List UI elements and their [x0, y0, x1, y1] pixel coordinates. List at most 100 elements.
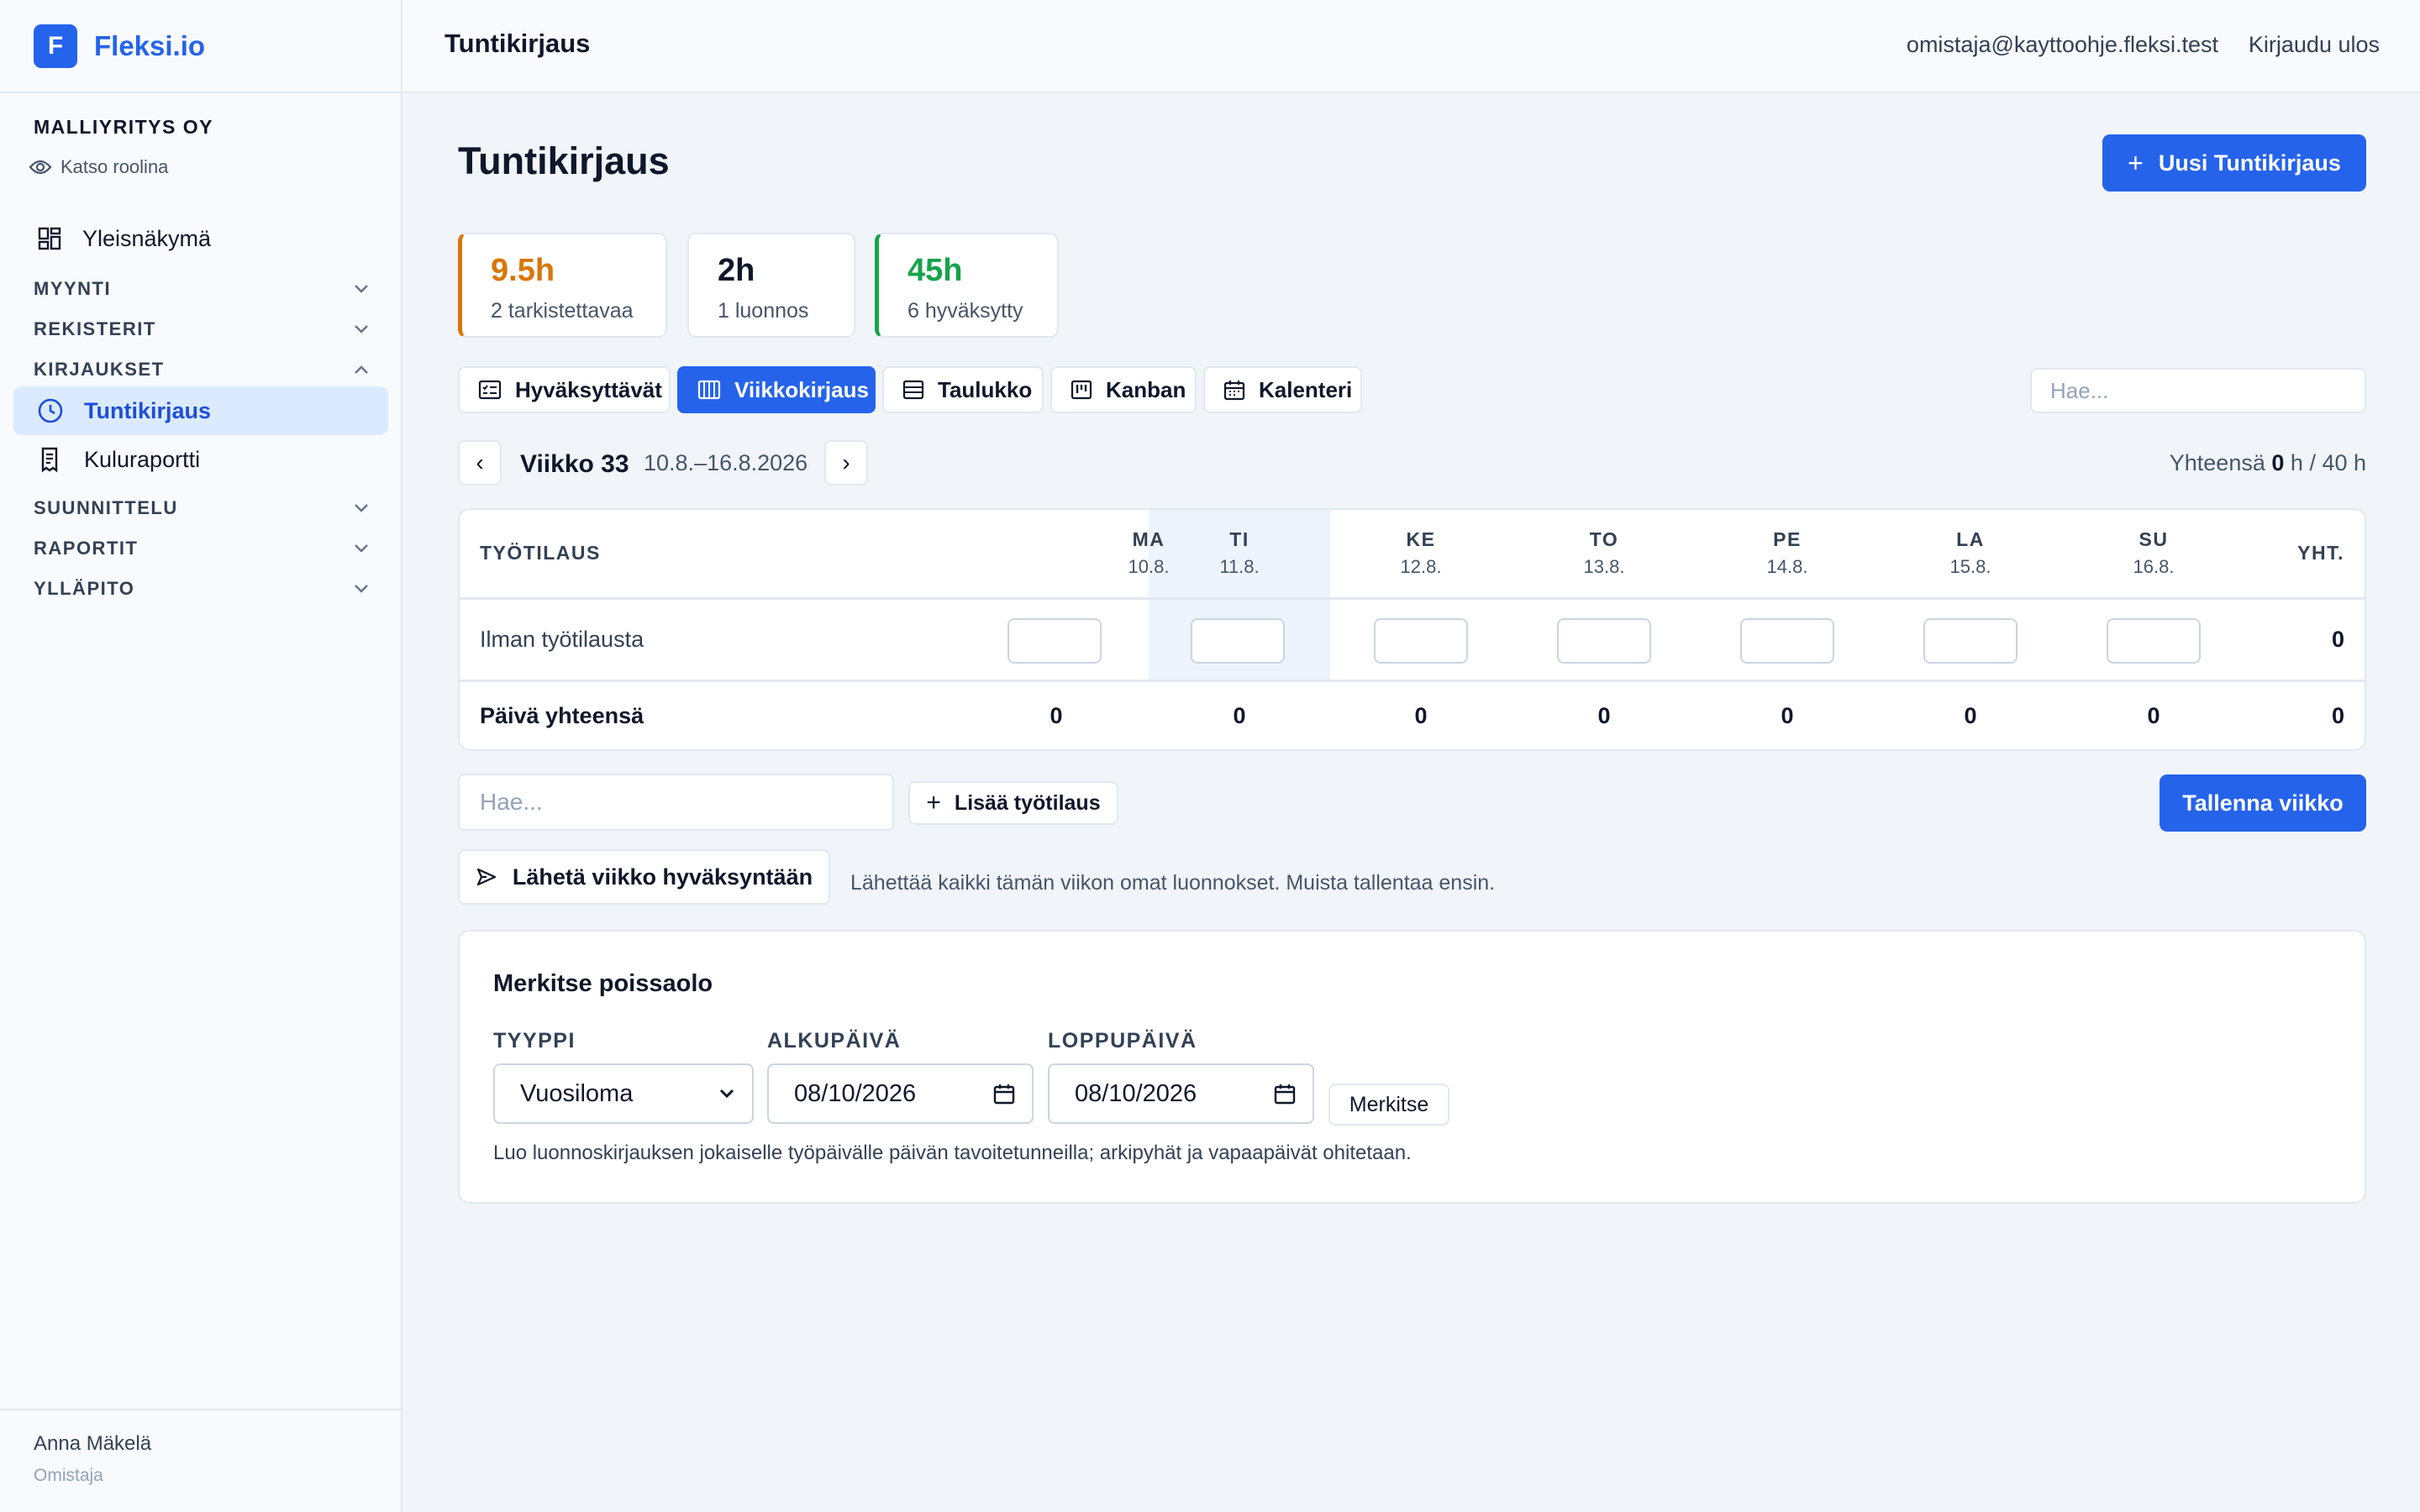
tab-label: Taulukko — [938, 376, 1033, 402]
next-week-button[interactable]: › — [824, 440, 868, 486]
sidebar-section-sales[interactable]: MYYNTI — [34, 272, 370, 306]
search-input[interactable] — [2030, 368, 2366, 413]
plus-icon: + — [2128, 147, 2144, 178]
hour-input-wed[interactable] — [1374, 618, 1468, 664]
end-date-field[interactable]: 08/10/2026 — [1048, 1063, 1314, 1124]
tab-kanban[interactable]: Kanban — [1050, 366, 1197, 413]
tab-table[interactable]: Taulukko — [882, 366, 1044, 413]
week-columns-icon — [697, 380, 721, 400]
page-title: Tuntikirjaus — [458, 139, 670, 182]
section-label: KIRJAUKSET — [34, 359, 165, 380]
grid-header: TYÖTILAUS MA 10.8. TI 11.8. KE 12.8. TO … — [460, 510, 2365, 600]
stat-draft[interactable]: 2h 1 luonnos — [687, 233, 855, 338]
start-date-label: ALKUPÄIVÄ — [767, 1029, 902, 1053]
calendar-icon — [993, 1084, 1015, 1105]
tab-label: Kanban — [1106, 376, 1186, 402]
approval-list-icon — [478, 380, 502, 400]
sidebar-section-planning[interactable]: SUUNNITTELU — [34, 491, 370, 525]
hour-input-tue[interactable] — [1191, 618, 1285, 664]
sidebar-item-overview[interactable]: Yleisnäkymä — [13, 214, 388, 263]
day-date: 15.8. — [1949, 556, 1991, 577]
start-date-field[interactable]: 08/10/2026 — [767, 1063, 1034, 1124]
sidebar-section-registers[interactable]: REKISTERIT — [34, 312, 370, 346]
clock-icon — [38, 398, 63, 423]
stat-label: 1 luonnos — [718, 299, 809, 323]
mark-absence-button[interactable]: Merkitse — [1328, 1084, 1449, 1126]
user-profile[interactable]: Anna Mäkelä Omistaja — [0, 1409, 401, 1512]
send-week-button[interactable]: Lähetä viikko hyväksyntään — [458, 849, 830, 905]
week-label: Viikko 33 — [520, 450, 629, 478]
chevron-down-icon — [355, 325, 368, 333]
day-date: 16.8. — [2133, 556, 2175, 577]
brand-logo: F — [34, 24, 77, 68]
save-week-button[interactable]: Tallenna viikko — [2160, 774, 2366, 832]
sidebar-section-entries[interactable]: KIRJAUKSET — [34, 353, 370, 386]
day-total-thu: 0 — [1597, 703, 1611, 728]
chevron-down-icon — [355, 504, 368, 512]
end-date-label: LOPPUPÄIVÄ — [1048, 1029, 1197, 1053]
tab-calendar[interactable]: Kalenteri — [1203, 366, 1362, 413]
hour-input-fri[interactable] — [1740, 618, 1834, 664]
day-total-fri: 0 — [1781, 703, 1794, 728]
total-column-header: YHT. — [2297, 542, 2344, 564]
prev-week-button[interactable]: ‹ — [458, 440, 502, 486]
day-name: TI — [1229, 528, 1249, 550]
hour-input-sat[interactable] — [1923, 618, 2018, 664]
day-date: 11.8. — [1219, 556, 1260, 577]
day-name: PE — [1773, 528, 1802, 550]
type-label: TYYPPI — [493, 1029, 576, 1053]
absence-card: Merkitse poissaolo TYYPPI ALKUPÄIVÄ LOPP… — [458, 930, 2366, 1204]
receipt-icon — [41, 447, 58, 473]
absence-type-select[interactable]: Vuosiloma — [493, 1063, 754, 1124]
sidebar-section-reports[interactable]: RAPORTIT — [34, 532, 370, 565]
week-grid: TYÖTILAUS MA 10.8. TI 11.8. KE 12.8. TO … — [458, 508, 2366, 751]
send-icon — [476, 868, 497, 886]
tab-week-entry[interactable]: Viikkokirjaus — [677, 366, 876, 413]
sidebar-item-kuluraportti[interactable]: Kuluraportti — [13, 435, 388, 484]
stat-value: 9.5h — [491, 253, 555, 288]
brand-name: Fleksi.io — [94, 29, 206, 61]
row-label: Ilman työtilausta — [480, 627, 644, 652]
stat-review[interactable]: 9.5h 2 tarkistettavaa — [458, 233, 667, 338]
new-entry-button[interactable]: + Uusi Tuntikirjaus — [2102, 134, 2366, 192]
row-total: 0 — [2331, 627, 2344, 652]
hour-input-sun[interactable] — [2107, 618, 2201, 664]
day-total-label: Päivä yhteensä — [480, 703, 644, 728]
end-date-value: 08/10/2026 — [1075, 1079, 1197, 1107]
section-label: MYYNTI — [34, 278, 112, 299]
week-total-value: 0 — [2271, 450, 2285, 475]
day-total-sat: 0 — [1964, 703, 1977, 728]
day-header-tue: TI 11.8. — [1149, 528, 1330, 578]
start-date-value: 08/10/2026 — [794, 1079, 917, 1107]
grand-total: 0 — [2331, 703, 2344, 728]
hour-input-mon[interactable] — [1007, 618, 1102, 664]
sidebar: F Fleksi.io MALLIYRITYS OY Katso roolina… — [0, 0, 402, 1512]
sidebar-item-tuntikirjaus[interactable]: Tuntikirjaus — [13, 386, 388, 435]
add-order-button[interactable]: + Lisää työtilaus — [908, 781, 1118, 825]
order-column-header: TYÖTILAUS — [480, 542, 601, 564]
sidebar-item-label: Yleisnäkymä — [82, 225, 212, 251]
sidebar-section-admin[interactable]: YLLÄPITO — [34, 572, 370, 606]
order-search-input[interactable] — [458, 774, 894, 831]
logout-link[interactable]: Kirjaudu ulos — [2249, 32, 2380, 58]
day-name: SU — [2139, 528, 2169, 550]
day-total-sun: 0 — [2147, 703, 2160, 728]
calendar-icon — [1223, 381, 1245, 401]
day-total-wed: 0 — [1414, 703, 1428, 728]
day-header-wed: KE 12.8. — [1330, 528, 1512, 578]
kanban-icon — [1071, 380, 1092, 400]
calendar-icon — [1274, 1084, 1296, 1105]
day-header-sat: LA 15.8. — [1880, 528, 2061, 578]
hour-input-thu[interactable] — [1557, 618, 1651, 664]
day-date: 14.8. — [1766, 556, 1808, 577]
day-name: TO — [1589, 528, 1619, 550]
stat-approved[interactable]: 45h 6 hyväksytty — [875, 233, 1059, 338]
brand[interactable]: F Fleksi.io — [0, 0, 401, 93]
stat-value: 45h — [908, 253, 963, 288]
add-order-label: Lisää työtilaus — [954, 790, 1101, 815]
tab-approvals[interactable]: Hyväksyttävät — [458, 366, 671, 413]
section-label: SUUNNITTELU — [34, 497, 178, 518]
view-as-role-link[interactable]: Katso roolina — [29, 156, 168, 178]
day-header-sun: SU 16.8. — [2063, 528, 2244, 578]
plus-icon: + — [926, 789, 941, 816]
